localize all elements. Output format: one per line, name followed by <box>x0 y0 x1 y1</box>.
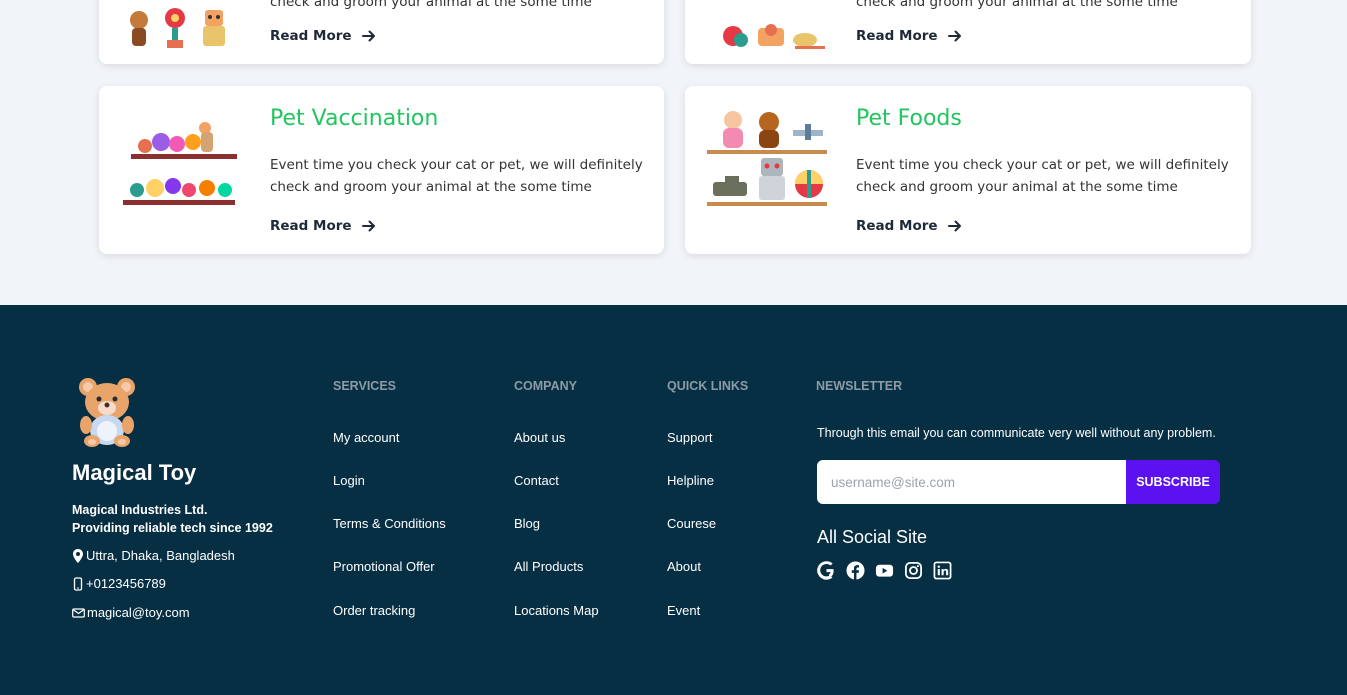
contact-email: magical@toy.com <box>72 605 190 620</box>
company-tagline: Providing reliable tech since 1992 <box>72 521 273 535</box>
contact-address: Uttra, Dhaka, Bangladesh <box>72 548 235 563</box>
arrow-right-icon <box>361 30 375 42</box>
toy-shelf-image <box>707 111 827 206</box>
card-title: Pet Foods <box>856 106 962 131</box>
company-name: Magical Industries Ltd. <box>72 503 208 517</box>
card-title: Pet Vaccination <box>270 106 439 131</box>
link-event[interactable]: Event <box>667 603 700 618</box>
linkedin-icon[interactable] <box>932 560 952 580</box>
subscribe-button[interactable]: SUBSCRIBE <box>1126 460 1220 504</box>
link-about-us[interactable]: About us <box>514 430 565 445</box>
social-title: All Social Site <box>817 527 928 547</box>
card-description: check and groom your animal at the some … <box>856 0 1178 10</box>
card-description: check and groom your animal at the some … <box>270 0 592 10</box>
address-text: Uttra, Dhaka, Bangladesh <box>86 548 235 563</box>
link-blog[interactable]: Blog <box>514 516 540 531</box>
read-more-label: Read More <box>856 218 938 234</box>
teddy-bear-logo <box>79 378 135 447</box>
toy-shelf-image <box>123 122 237 205</box>
link-contact[interactable]: Contact <box>514 473 559 488</box>
link-about[interactable]: About <box>667 559 701 574</box>
brand-company: Magical Industries Ltd. Providing reliab… <box>72 501 273 537</box>
phone-text: +0123456789 <box>86 576 166 591</box>
read-more-link[interactable]: Read More <box>270 218 376 234</box>
link-login[interactable]: Login <box>333 473 365 488</box>
company-heading: COMPANY <box>514 379 577 393</box>
services-section: check and groom your animal at the some … <box>0 0 1347 305</box>
facebook-icon[interactable] <box>845 560 865 580</box>
link-support[interactable]: Support <box>667 430 713 445</box>
read-more-link[interactable]: Read More <box>856 218 962 234</box>
read-more-label: Read More <box>856 28 938 44</box>
quick-links-heading: QUICK LINKS <box>667 379 749 393</box>
service-card-foods: Pet Foods Event time you check your cat … <box>685 86 1251 254</box>
instagram-icon[interactable] <box>903 560 923 580</box>
read-more-label: Read More <box>270 28 352 44</box>
phone-icon <box>73 576 83 591</box>
social-links <box>816 560 952 580</box>
google-icon[interactable] <box>816 560 836 580</box>
service-card-vaccination: Pet Vaccination Event time you check you… <box>99 86 664 254</box>
toy-fruits-image <box>723 24 825 49</box>
card-description: Event time you check your cat or pet, we… <box>856 157 1229 195</box>
service-card: check and groom your animal at the some … <box>685 0 1251 64</box>
link-courese[interactable]: Courese <box>667 516 716 531</box>
youtube-icon[interactable] <box>874 560 894 580</box>
arrow-right-icon <box>361 220 375 232</box>
link-promotional-offer[interactable]: Promotional Offer <box>333 559 435 574</box>
link-my-account[interactable]: My account <box>333 430 399 445</box>
newsletter-email-input[interactable] <box>817 460 1126 504</box>
link-locations-map[interactable]: Locations Map <box>514 603 599 618</box>
newsletter-form: SUBSCRIBE <box>817 460 1220 504</box>
card-description: Event time you check your cat or pet, we… <box>270 157 643 195</box>
link-order-tracking[interactable]: Order tracking <box>333 603 415 618</box>
mail-icon <box>72 607 85 618</box>
service-card: check and groom your animal at the some … <box>99 0 664 64</box>
arrow-right-icon <box>947 220 961 232</box>
contact-phone: +0123456789 <box>72 576 166 591</box>
read-more-label: Read More <box>270 218 352 234</box>
map-pin-icon <box>73 548 83 563</box>
read-more-link[interactable]: Read More <box>270 28 376 44</box>
toy-figures-image <box>130 8 225 48</box>
newsletter-heading: NEWSLETTER <box>816 379 903 393</box>
newsletter-text: Through this email you can communicate v… <box>817 426 1216 440</box>
read-more-link[interactable]: Read More <box>856 28 962 44</box>
email-text: magical@toy.com <box>87 605 190 620</box>
brand-name: Magical Toy <box>72 460 197 485</box>
arrow-right-icon <box>947 30 961 42</box>
link-terms[interactable]: Terms & Conditions <box>333 516 446 531</box>
site-footer: Magical Toy Magical Industries Ltd. Prov… <box>0 305 1347 695</box>
link-all-products[interactable]: All Products <box>514 559 583 574</box>
services-heading: SERVICES <box>333 379 396 393</box>
link-helpline[interactable]: Helpline <box>667 473 714 488</box>
